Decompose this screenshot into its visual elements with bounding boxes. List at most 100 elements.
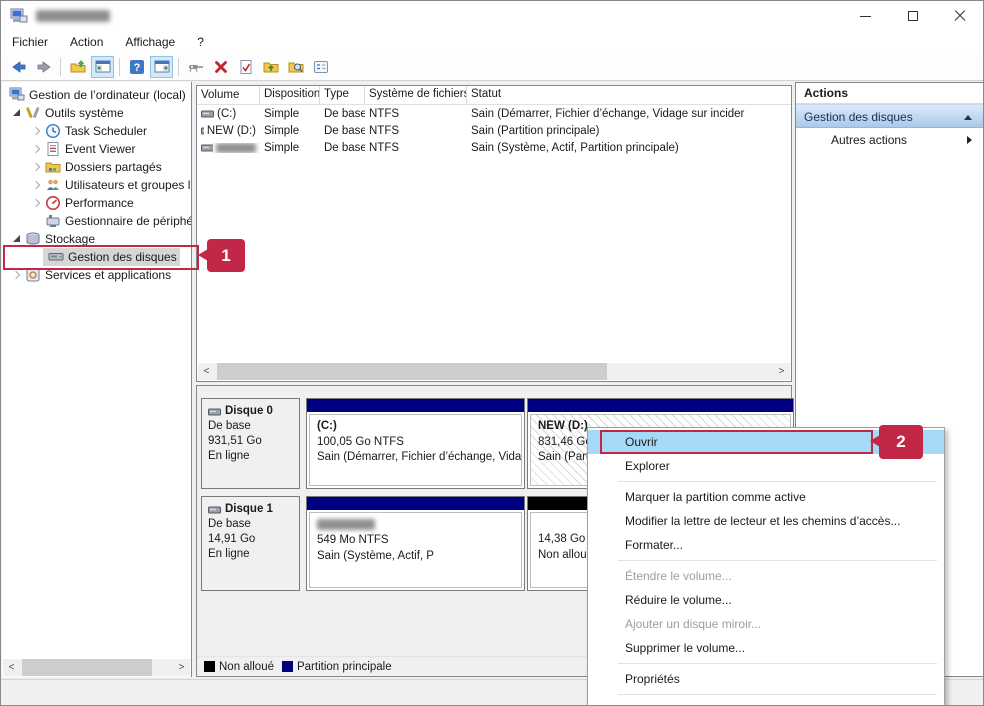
tree-item-utilisateurs-groupes[interactable]: Utilisateurs et groupes l [2, 176, 191, 194]
actions-item-autres-actions[interactable]: Autres actions [796, 128, 983, 152]
help-button[interactable]: ? [125, 56, 148, 78]
expander-closed-icon[interactable] [31, 197, 43, 209]
window-title-blurred [36, 10, 110, 22]
volume-statut: Sain (Partition principale) [467, 125, 791, 137]
disk-management-icon [48, 249, 64, 265]
back-button[interactable] [7, 56, 30, 78]
menu-item-reduire-volume[interactable]: Réduire le volume... [588, 588, 944, 612]
menu-item-supprimer-volume[interactable]: Supprimer le volume... [588, 636, 944, 660]
tree-item-task-scheduler[interactable]: Task Scheduler [2, 122, 191, 140]
show-action-pane-button[interactable] [150, 56, 173, 78]
expander-closed-icon[interactable] [31, 125, 43, 137]
delete-button[interactable] [209, 56, 232, 78]
unallocated-swatch [204, 661, 215, 672]
primary-partition-swatch [282, 661, 293, 672]
expander-closed-icon[interactable] [31, 161, 43, 173]
checklist-icon [313, 59, 329, 75]
tree-horizontal-scrollbar[interactable]: < > [3, 659, 190, 676]
action-pane-icon [154, 59, 170, 75]
scroll-left-icon[interactable]: < [198, 363, 215, 380]
volume-row-blurred[interactable]: Simple De base NTFS Sain (Système, Actif… [197, 139, 791, 156]
annotation-badge-2: 2 [879, 425, 923, 459]
title-bar [1, 1, 983, 31]
column-header-statut[interactable]: Statut [467, 86, 791, 104]
tree-item-label: Event Viewer [65, 142, 135, 156]
volume-type: De base [320, 108, 365, 120]
expander-closed-icon[interactable] [31, 179, 43, 191]
scroll-right-icon[interactable]: > [173, 659, 190, 676]
volume-row-new-d[interactable]: NEW (D:) Simple De base NTFS Sain (Parti… [197, 122, 791, 139]
menu-separator [618, 694, 937, 695]
scroll-right-icon[interactable]: > [773, 363, 790, 380]
scrollbar-thumb[interactable] [22, 659, 152, 676]
volume-disposition: Simple [260, 142, 320, 154]
menu-help[interactable]: ? [186, 31, 215, 54]
menu-item-formater[interactable]: Formater... [588, 533, 944, 557]
tree-item-outils-systeme[interactable]: Outils système [2, 104, 191, 122]
expander-open-icon[interactable] [11, 107, 23, 119]
forward-button[interactable] [32, 56, 55, 78]
volume-name-blurred [216, 143, 256, 153]
disk-1-label[interactable]: Disque 1 De base 14,91 Go En ligne [201, 496, 300, 591]
tree-item-stockage[interactable]: Stockage [2, 230, 191, 248]
expander-open-icon[interactable] [11, 233, 23, 245]
column-header-type[interactable]: Type [320, 86, 365, 104]
partition-c[interactable]: (C:) 100,05 Go NTFS Sain (Démarrer, Fich… [306, 398, 525, 489]
volume-row-c[interactable]: (C:) Simple De base NTFS Sain (Démarrer,… [197, 105, 791, 122]
menu-fichier[interactable]: Fichier [1, 31, 59, 54]
column-header-volume[interactable]: Volume [197, 86, 260, 104]
folder-search-button[interactable] [284, 56, 307, 78]
tree-item-label: Gestion de l’ordinateur (local) [29, 88, 186, 102]
expander-closed-icon[interactable] [11, 269, 23, 281]
column-header-disposition[interactable]: Disposition [260, 86, 320, 104]
show-console-tree-button[interactable] [91, 56, 114, 78]
tree-item-services-applications[interactable]: Services et applications [2, 266, 191, 284]
scroll-left-icon[interactable]: < [3, 659, 20, 676]
properties-list-button[interactable] [309, 56, 332, 78]
maximize-button[interactable] [889, 1, 936, 31]
collapse-icon[interactable] [964, 115, 972, 120]
primary-partition-strip [528, 399, 793, 412]
scrollbar-thumb[interactable] [217, 363, 607, 380]
actions-group-label: Gestion des disques [804, 110, 913, 124]
tree-item-gestion-des-disques[interactable]: Gestion des disques [2, 248, 191, 266]
partition-title-blurred [317, 519, 375, 530]
volume-filesystem: NTFS [365, 142, 467, 154]
remote-connection-button[interactable] [184, 56, 207, 78]
menu-item-etendre-volume: Étendre le volume... [588, 564, 944, 588]
document-check-icon [238, 59, 254, 75]
partition-system-blurred[interactable]: 549 Mo NTFS Sain (Système, Actif, P [306, 496, 525, 591]
minimize-button[interactable] [842, 1, 889, 31]
folder-up-button[interactable] [259, 56, 282, 78]
disk-0-label[interactable]: Disque 0 De base 931,51 Go En ligne [201, 398, 300, 489]
menu-item-modifier-lettre-lecteur[interactable]: Modifier la lettre de lecteur et les che… [588, 509, 944, 533]
actions-group-gestion-des-disques[interactable]: Gestion des disques [796, 104, 983, 128]
tree-item-computer-management[interactable]: Gestion de l’ordinateur (local) [2, 86, 191, 104]
column-header-filesystem[interactable]: Système de fichiers [365, 86, 467, 104]
menu-item-ajouter-disque-miroir: Ajouter un disque miroir... [588, 612, 944, 636]
close-button[interactable] [936, 1, 983, 31]
menu-item-proprietes[interactable]: Propriétés [588, 667, 944, 691]
menu-affichage[interactable]: Affichage [114, 31, 186, 54]
menu-action[interactable]: Action [59, 31, 114, 54]
volume-list-horizontal-scrollbar[interactable]: < > [198, 363, 790, 380]
legend-label: Partition principale [297, 661, 392, 673]
tree-item-performance[interactable]: Performance [2, 194, 191, 212]
menu-item-marquer-partition-active[interactable]: Marquer la partition comme active [588, 485, 944, 509]
projector-icon [188, 59, 204, 75]
back-arrow-icon [11, 59, 27, 75]
partition-size: 549 Mo NTFS [317, 533, 514, 549]
users-icon [45, 177, 61, 193]
tree-item-dossiers-partages[interactable]: Dossiers partagés [2, 158, 191, 176]
volume-name: NEW (D:) [207, 125, 256, 137]
export-button[interactable] [66, 56, 89, 78]
app-icon [10, 8, 28, 24]
toolbar-separator [119, 58, 120, 76]
expander-closed-icon[interactable] [31, 143, 43, 155]
verify-button[interactable] [234, 56, 257, 78]
menu-item-aide[interactable]: Aide [588, 698, 944, 706]
tree-item-event-viewer[interactable]: Event Viewer [2, 140, 191, 158]
export-folder-icon [70, 59, 86, 75]
tree-item-gestionnaire-peripheriques[interactable]: Gestionnaire de périphé [2, 212, 191, 230]
selected-tree-item: Gestion des disques [43, 248, 180, 266]
